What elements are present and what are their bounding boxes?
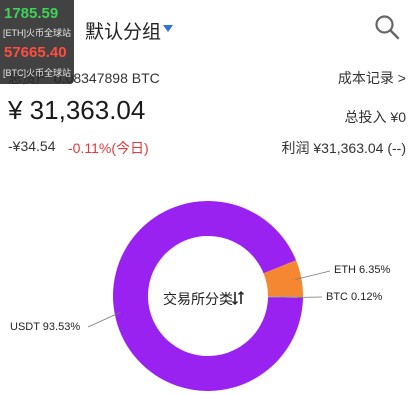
price-ticker-overlay[interactable]: 1785.59 [ETH]火币全球站 57665.40 [BTC]火币全球站 [0, 0, 74, 84]
slice-label-eth: ETH 6.35% [334, 264, 391, 276]
leader-line-usdt [87, 311, 121, 328]
profit-value: 利润 ¥31,363.04 (--) [281, 140, 407, 156]
total-investment: 总投入 ¥0 [344, 109, 406, 125]
btc-price: 57665.40 [4, 44, 67, 61]
slice-label-usdt: USDT 93.53% [10, 321, 81, 333]
chevron-down-icon[interactable] [163, 25, 173, 32]
sort-icon[interactable] [232, 291, 244, 305]
daily-change-percent: -0.11%(今日) [68, 140, 149, 156]
total-value: ¥ 31,363.04 [8, 95, 146, 125]
search-icon[interactable] [374, 14, 400, 40]
group-title-dropdown[interactable]: 默认分组 [85, 17, 161, 44]
btc-exchange-label: [BTC]火币全球站 [3, 68, 72, 78]
eth-exchange-label: [ETH]火币全球站 [3, 28, 72, 38]
eth-price: 1785.59 [4, 5, 59, 22]
daily-change-amount: -¥34.54 [8, 138, 56, 154]
cost-records-link[interactable]: 成本记录 > [338, 68, 406, 88]
chart-center-label[interactable]: 交易所分类 [163, 289, 233, 309]
asset-allocation-chart[interactable] [0, 180, 416, 395]
slice-label-btc: BTC 0.12% [326, 291, 383, 303]
